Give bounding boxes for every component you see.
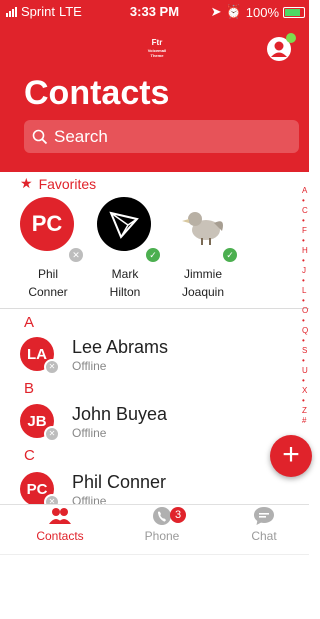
tab-label: Phone [144, 529, 180, 543]
index-letter[interactable]: • [302, 296, 309, 306]
chat-icon [254, 507, 274, 525]
online-badge-icon: ✓ [144, 246, 162, 264]
logo-text: Ftr [151, 38, 163, 47]
search-icon [32, 129, 48, 144]
index-letter[interactable]: J [302, 266, 309, 276]
offline-badge-icon: ✕ [44, 426, 60, 442]
index-letter[interactable]: Q [302, 326, 309, 336]
index-letter[interactable]: • [302, 256, 309, 266]
offline-badge-icon: ✕ [44, 494, 60, 504]
favorite-first-name: Mark [111, 267, 139, 281]
avatar-logo-icon [97, 197, 151, 251]
divider [0, 554, 309, 555]
index-letter[interactable]: • [302, 316, 309, 326]
logo-subtext: Voicemail Theme [147, 48, 167, 58]
divider [0, 308, 309, 309]
section-letter: B [24, 380, 35, 397]
index-letter[interactable]: # [302, 416, 309, 426]
index-letter[interactable]: • [302, 196, 309, 206]
search-input[interactable]: Search [24, 120, 299, 153]
alarm-icon: ⏰ [225, 4, 242, 19]
contact-name: John Buyea [72, 404, 168, 424]
contact-status: Offline [72, 426, 107, 440]
tab-label: Contacts [36, 529, 84, 543]
star-icon: ★ [20, 175, 33, 191]
favorites-label: Favorites [38, 175, 97, 192]
index-letter[interactable]: • [302, 376, 309, 386]
index-letter[interactable]: • [302, 336, 309, 346]
index-letter[interactable]: • [302, 276, 309, 286]
contact-status: Offline [72, 494, 107, 504]
index-letter[interactable]: S [302, 346, 309, 356]
offline-badge-icon: ✕ [67, 246, 85, 264]
index-letter[interactable]: A [302, 186, 309, 196]
favorite-last-name: Conner [28, 285, 68, 299]
section-letter: A [24, 314, 35, 331]
favorite-first-name: Jimmie [184, 267, 222, 281]
app-logo: Ftr Voicemail Theme [146, 38, 168, 60]
favorite-last-name: Joaquin [181, 285, 225, 299]
alphabet-index[interactable]: A • C • F • H • J • L • O • Q • S • U • X • Z # [302, 186, 309, 426]
index-letter[interactable]: O [302, 306, 309, 316]
battery-icon [283, 6, 305, 18]
index-letter[interactable]: L [302, 286, 309, 296]
tab-label: Chat [251, 529, 277, 543]
tab-contacts[interactable]: Contacts [10, 506, 110, 543]
contact-status: Offline [72, 359, 107, 373]
favorite-name: Phil Conner [16, 265, 80, 301]
offline-badge-icon: ✕ [44, 359, 60, 375]
status-bar: Sprint LTE 3:33 PM ➤ ⏰ 100% [0, 0, 309, 20]
index-letter[interactable]: • [302, 236, 309, 246]
section-letter: C [24, 447, 35, 464]
favorites-heading: ★ Favorites [20, 175, 96, 192]
presence-dot [286, 33, 296, 43]
index-letter[interactable]: H [302, 246, 309, 256]
favorite-name: Jimmie Joaquin [171, 265, 235, 301]
favorite-phil-conner[interactable]: PC [20, 197, 84, 251]
index-letter[interactable]: X [302, 386, 309, 396]
favorite-name: Mark Hilton [93, 265, 157, 301]
favorite-last-name: Hilton [109, 285, 141, 299]
add-contact-button[interactable]: + [270, 435, 312, 477]
contacts-icon [49, 508, 71, 524]
index-letter[interactable]: • [302, 396, 309, 406]
status-right: ➤ ⏰ 100% [211, 4, 305, 20]
missed-calls-badge: 3 [170, 507, 186, 523]
index-letter[interactable]: • [302, 216, 309, 226]
location-icon: ➤ [210, 4, 222, 19]
favorite-first-name: Phil [37, 267, 58, 281]
index-letter[interactable]: • [302, 356, 309, 366]
tab-chat[interactable]: Chat [214, 506, 314, 543]
index-letter[interactable]: Z [302, 406, 309, 416]
avatar-photo-icon [182, 212, 223, 245]
search-placeholder: Search [54, 126, 108, 146]
tab-phone[interactable]: Phone [112, 506, 212, 543]
contact-row-clip: PC ✕ Phil Conner Offline [0, 468, 300, 504]
page-title: Contacts [24, 74, 170, 112]
contact-name: Phil Conner [72, 472, 167, 492]
favorite-mark-hilton[interactable] [97, 197, 161, 251]
index-letter[interactable]: C [302, 206, 309, 216]
online-badge-icon: ✓ [221, 246, 239, 264]
index-letter[interactable]: U [302, 366, 309, 376]
battery-percent: 100% [245, 4, 279, 20]
avatar: PC [20, 197, 74, 251]
index-letter[interactable]: F [302, 226, 309, 236]
contact-name: Lee Abrams [72, 337, 169, 357]
